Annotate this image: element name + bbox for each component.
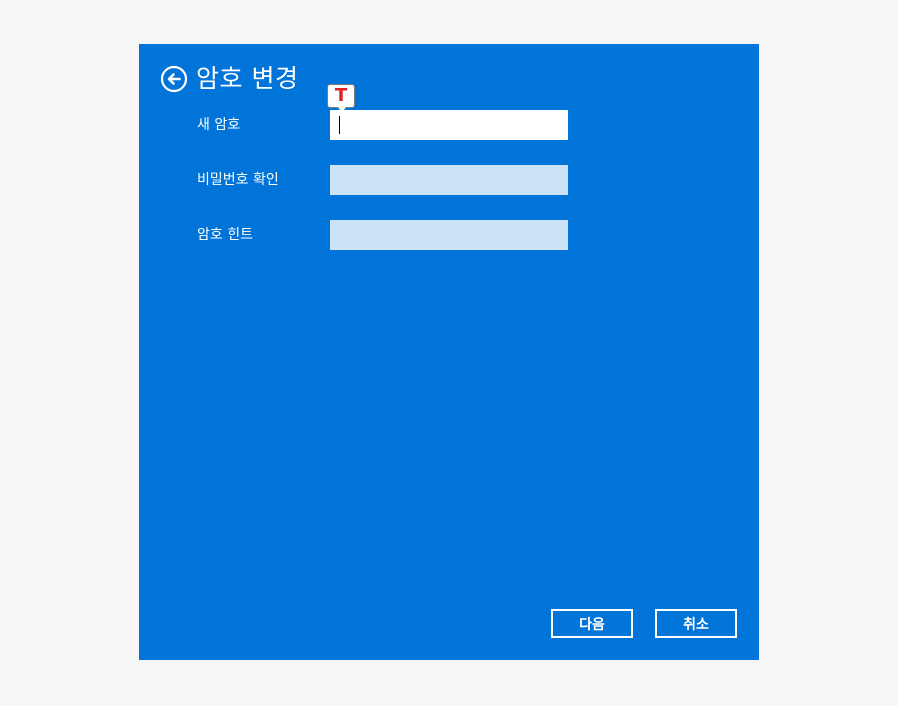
cancel-button[interactable]: 취소 <box>655 609 737 638</box>
password-hint-label: 암호 힌트 <box>197 227 253 243</box>
page-title: 암호 변경 <box>196 64 299 93</box>
new-password-row: 새 암호 <box>197 110 569 140</box>
new-password-input[interactable] <box>330 110 568 140</box>
next-button[interactable]: 다음 <box>551 609 633 638</box>
back-button[interactable] <box>160 65 188 93</box>
back-arrow-circle-icon <box>160 65 188 93</box>
password-hint-row: 암호 힌트 <box>197 220 569 250</box>
new-password-label: 새 암호 <box>197 117 241 133</box>
confirm-password-label: 비밀번호 확인 <box>197 172 279 188</box>
confirm-password-input[interactable] <box>330 165 568 195</box>
dialog-header: 암호 변경 <box>160 62 298 96</box>
change-password-dialog: 암호 변경 T 새 암호 비밀번호 확인 암호 힌트 다음 취소 <box>139 44 759 660</box>
text-caret <box>339 116 340 134</box>
ime-indicator: T <box>327 84 355 113</box>
password-hint-input[interactable] <box>330 220 568 250</box>
confirm-password-row: 비밀번호 확인 <box>197 165 569 195</box>
